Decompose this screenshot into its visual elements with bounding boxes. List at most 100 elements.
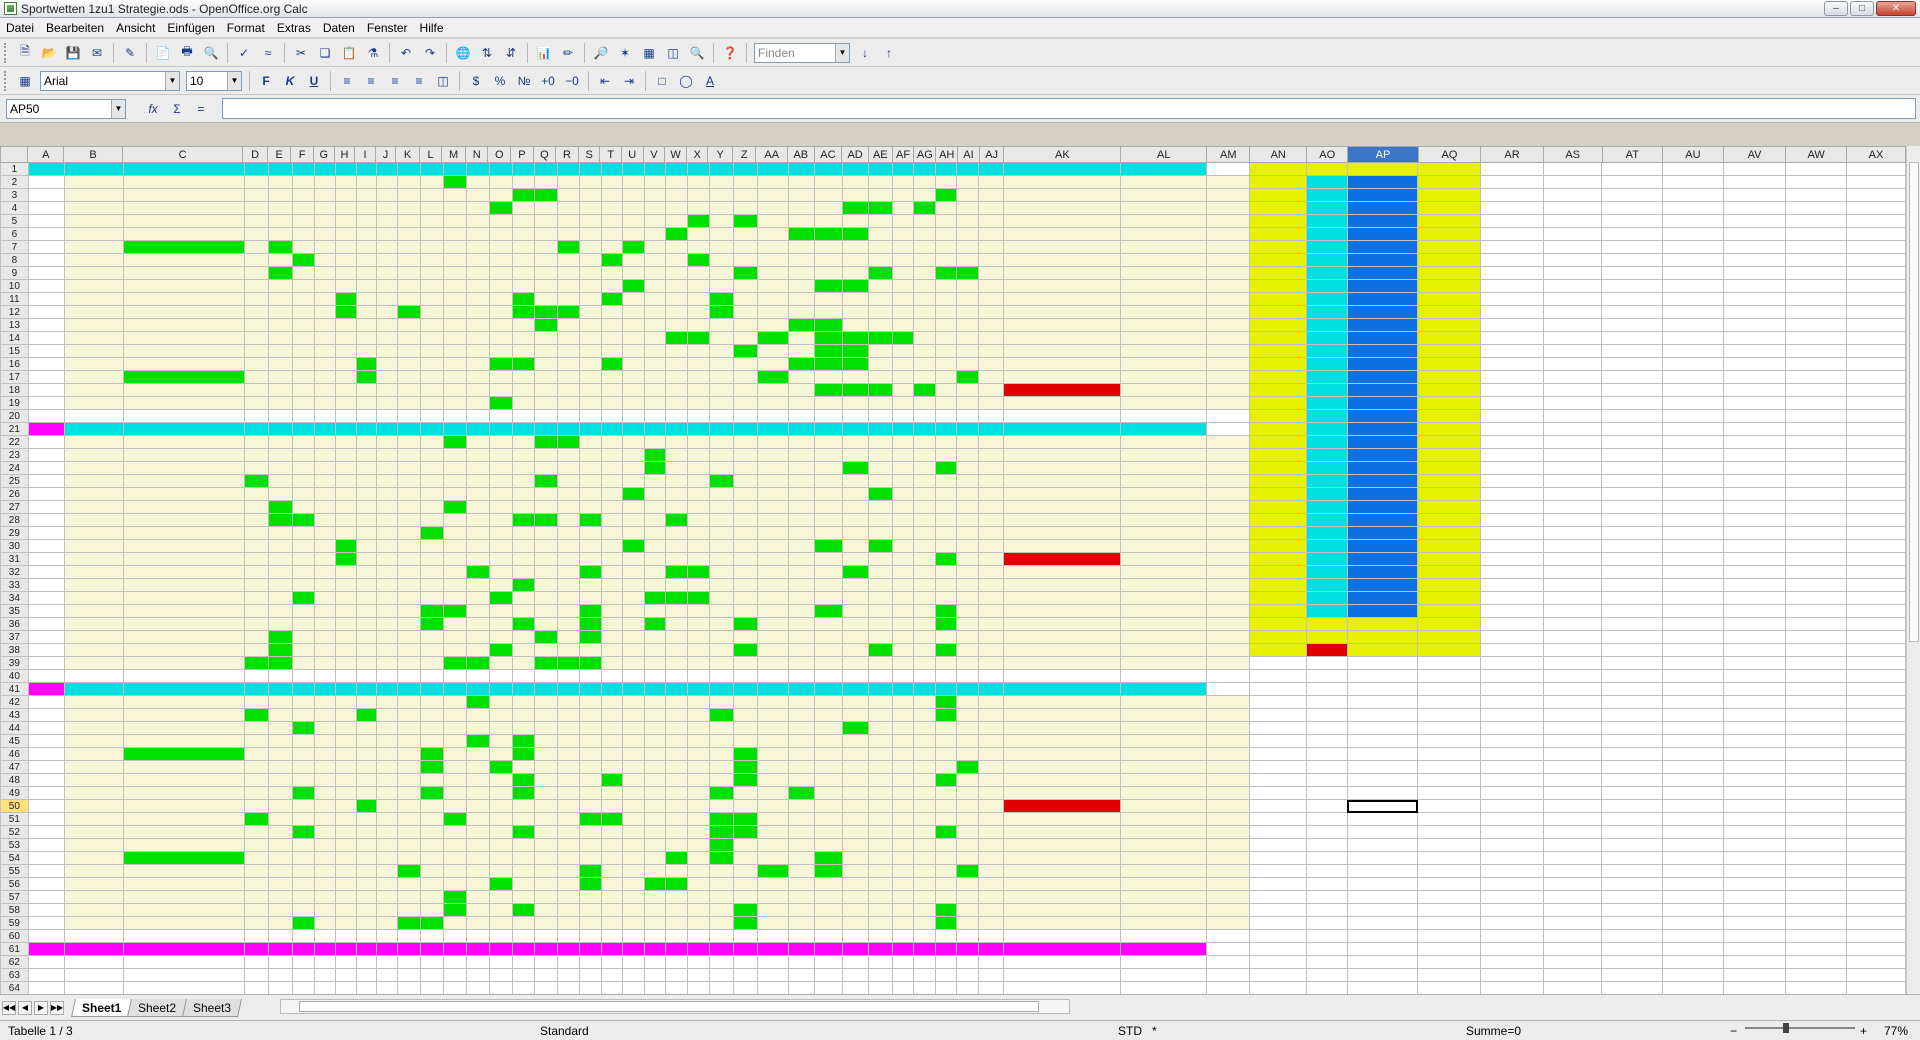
standard-format-icon[interactable]: № — [513, 70, 535, 92]
stake-value[interactable] — [376, 578, 398, 592]
stake-value[interactable] — [420, 227, 444, 241]
cell[interactable] — [686, 864, 710, 878]
cell[interactable] — [1661, 474, 1724, 488]
stake-value[interactable] — [442, 331, 468, 345]
win-marker[interactable] — [268, 240, 293, 254]
cell[interactable] — [665, 435, 688, 449]
cell[interactable] — [978, 903, 1004, 917]
cell[interactable] — [1346, 617, 1419, 631]
cell[interactable] — [1601, 253, 1663, 267]
stake-value[interactable] — [622, 214, 645, 228]
stake-value[interactable] — [243, 448, 270, 462]
cell[interactable] — [1661, 825, 1724, 839]
cell[interactable] — [756, 643, 789, 657]
cell[interactable] — [913, 981, 936, 994]
cell[interactable] — [814, 760, 843, 774]
scroll-thumb[interactable] — [1909, 162, 1919, 642]
win-marker[interactable] — [868, 643, 893, 657]
cell[interactable] — [27, 825, 65, 839]
cell[interactable] — [1479, 760, 1544, 774]
cell[interactable] — [868, 695, 893, 709]
mindest-quote-value[interactable] — [1346, 396, 1419, 410]
cell[interactable] — [891, 240, 915, 254]
cell[interactable] — [1542, 903, 1603, 917]
spellcheck-icon[interactable]: ✓ — [233, 42, 255, 64]
cell[interactable] — [442, 786, 468, 800]
cell[interactable] — [1722, 773, 1787, 787]
stake-value[interactable] — [442, 383, 468, 397]
cell[interactable] — [956, 201, 980, 215]
cell[interactable] — [956, 461, 980, 475]
total-value[interactable] — [1119, 773, 1207, 787]
reingewinn-value[interactable] — [1417, 253, 1481, 267]
stake-value[interactable] — [314, 578, 337, 592]
stake-value[interactable] — [122, 448, 245, 462]
cell[interactable] — [1479, 799, 1544, 813]
cell[interactable] — [956, 227, 980, 241]
column-header[interactable]: AS — [1542, 146, 1603, 163]
cell[interactable] — [891, 669, 915, 683]
total-value[interactable] — [1119, 643, 1207, 657]
stake-value[interactable] — [622, 344, 645, 358]
reingewinn-value[interactable] — [1417, 526, 1481, 540]
cell[interactable] — [1785, 357, 1847, 371]
cell[interactable] — [978, 721, 1004, 735]
stake-value[interactable] — [600, 383, 624, 397]
cell[interactable] — [511, 201, 536, 215]
cell[interactable] — [314, 669, 337, 683]
stake-value[interactable] — [314, 877, 337, 891]
stake-value[interactable] — [420, 565, 444, 579]
cell[interactable] — [1661, 955, 1724, 969]
win-marker[interactable] — [934, 708, 958, 722]
round-header[interactable] — [243, 162, 270, 176]
separator-cell[interactable] — [708, 942, 735, 956]
win-marker[interactable] — [814, 851, 843, 865]
column-header[interactable]: AI — [957, 146, 980, 163]
cell[interactable] — [488, 721, 513, 735]
cell[interactable] — [396, 266, 422, 280]
cell[interactable] — [756, 188, 789, 202]
stake-value[interactable] — [122, 890, 245, 904]
total-value[interactable] — [1119, 747, 1207, 761]
mindest-quote-value[interactable] — [1346, 513, 1419, 527]
win-marker[interactable] — [335, 305, 357, 319]
cell[interactable] — [686, 396, 710, 410]
cell[interactable] — [314, 513, 337, 527]
stake-value[interactable] — [335, 760, 357, 774]
win-marker[interactable] — [534, 318, 558, 332]
round-header[interactable] — [243, 422, 270, 436]
column-header[interactable]: T — [599, 146, 622, 163]
stake-value[interactable] — [376, 487, 398, 501]
horizontal-scrollbar[interactable] — [280, 999, 1070, 1014]
cell[interactable] — [978, 240, 1004, 254]
cell[interactable] — [643, 292, 667, 306]
cell[interactable] — [708, 903, 735, 917]
cell[interactable] — [335, 721, 357, 735]
cell[interactable] — [556, 370, 581, 384]
cell[interactable] — [1785, 981, 1847, 994]
cell[interactable] — [665, 929, 688, 943]
cell[interactable] — [600, 747, 624, 761]
row-header[interactable]: 40 — [0, 669, 29, 683]
stake-value[interactable] — [511, 448, 536, 462]
cell[interactable] — [511, 552, 536, 566]
cell[interactable] — [556, 825, 581, 839]
cell[interactable] — [622, 916, 645, 930]
cell[interactable] — [1785, 188, 1847, 202]
cell[interactable] — [355, 669, 378, 683]
cell[interactable] — [891, 214, 915, 228]
cell[interactable] — [1479, 747, 1544, 761]
stufe-value[interactable] — [1205, 526, 1251, 540]
cell[interactable] — [335, 669, 357, 683]
cell[interactable] — [335, 240, 357, 254]
cell[interactable] — [27, 253, 65, 267]
stake-value[interactable] — [268, 890, 293, 904]
cell[interactable] — [1661, 513, 1724, 527]
stake-value[interactable] — [314, 318, 337, 332]
cell[interactable] — [1417, 721, 1481, 735]
cell[interactable] — [1305, 617, 1348, 631]
stufe-value[interactable] — [1205, 851, 1251, 865]
cell[interactable] — [756, 227, 789, 241]
round-header[interactable] — [956, 422, 980, 436]
team-name[interactable] — [63, 877, 124, 891]
